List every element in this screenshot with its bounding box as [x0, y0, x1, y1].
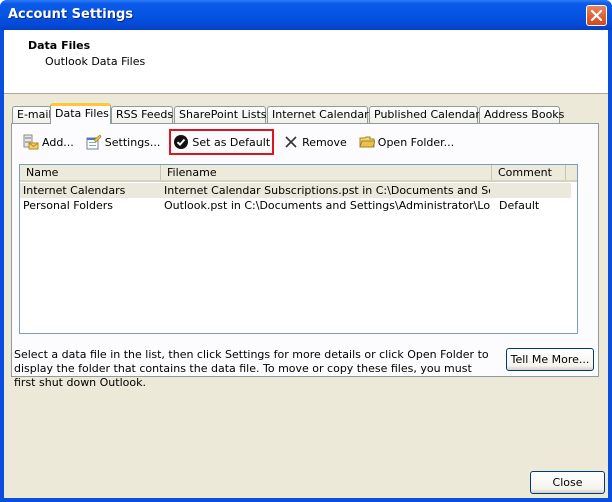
remove-label: Remove: [302, 135, 347, 149]
toolbar: Add... Settings... Set as Default Remove…: [20, 129, 463, 155]
set-as-default-label: Set as Default: [192, 135, 271, 149]
checkmark-circle-icon: [173, 134, 189, 150]
add-data-file-icon: [23, 134, 39, 150]
list-row[interactable]: Internet Calendars Internet Calendar Sub…: [20, 183, 571, 198]
remove-button[interactable]: Remove: [280, 132, 350, 152]
data-files-panel: Add... Settings... Set as Default Remove…: [11, 123, 599, 389]
open-folder-button[interactable]: Open Folder...: [356, 132, 457, 152]
row-name: Internet Calendars: [23, 184, 126, 197]
set-as-default-button[interactable]: Set as Default: [169, 129, 275, 155]
tab-address-books[interactable]: Address Books: [479, 106, 564, 123]
close-button[interactable]: Close: [530, 471, 605, 494]
title-bar[interactable]: Account Settings: [0, 0, 612, 30]
close-x-icon: [590, 9, 603, 22]
add-button[interactable]: Add...: [20, 132, 77, 152]
tab-internet-calendars[interactable]: Internet Calendars: [267, 106, 374, 123]
section-subtitle: Outlook Data Files: [45, 55, 146, 68]
help-description: Select a data file in the list, then cli…: [14, 348, 489, 389]
row-comment: Default: [499, 199, 540, 212]
account-settings-window: Account Settings Data Files Outlook Data…: [0, 0, 612, 502]
tab-email[interactable]: E-mail: [12, 106, 52, 123]
header-area: Data Files Outlook Data Files: [4, 30, 608, 94]
tab-data-files[interactable]: Data Files: [50, 103, 111, 124]
column-header-comment[interactable]: Comment: [492, 165, 566, 180]
settings-label: Settings...: [104, 135, 161, 149]
settings-button[interactable]: Settings...: [83, 132, 164, 152]
window-close-button[interactable]: [586, 5, 607, 26]
column-header-filename[interactable]: Filename: [161, 165, 492, 180]
window-title: Account Settings: [8, 7, 134, 22]
folder-icon: [359, 134, 376, 150]
open-folder-label: Open Folder...: [377, 135, 455, 149]
list-row[interactable]: Personal Folders Outlook.pst in C:\Docum…: [20, 198, 577, 213]
tab-published-calendars[interactable]: Published Calendars: [369, 106, 486, 123]
add-label: Add...: [42, 135, 74, 149]
tell-me-more-button[interactable]: Tell Me More...: [506, 348, 594, 371]
row-filename: Outlook.pst in C:\Documents and Settings…: [164, 199, 490, 212]
list-header: Name Filename Comment: [20, 165, 577, 182]
x-icon: [283, 134, 299, 150]
tab-rss-feeds[interactable]: RSS Feeds: [111, 106, 173, 123]
section-title: Data Files: [28, 39, 91, 52]
dialog-client: Data Files Outlook Data Files E-mail Dat…: [4, 30, 608, 498]
data-files-list[interactable]: Name Filename Comment Internet Calendars…: [19, 164, 578, 334]
settings-icon: [86, 134, 102, 150]
tab-sharepoint-lists[interactable]: SharePoint Lists: [174, 106, 267, 123]
row-name: Personal Folders: [23, 199, 113, 212]
column-header-name[interactable]: Name: [20, 165, 161, 180]
row-filename: Internet Calendar Subscriptions.pst in C…: [164, 184, 490, 197]
